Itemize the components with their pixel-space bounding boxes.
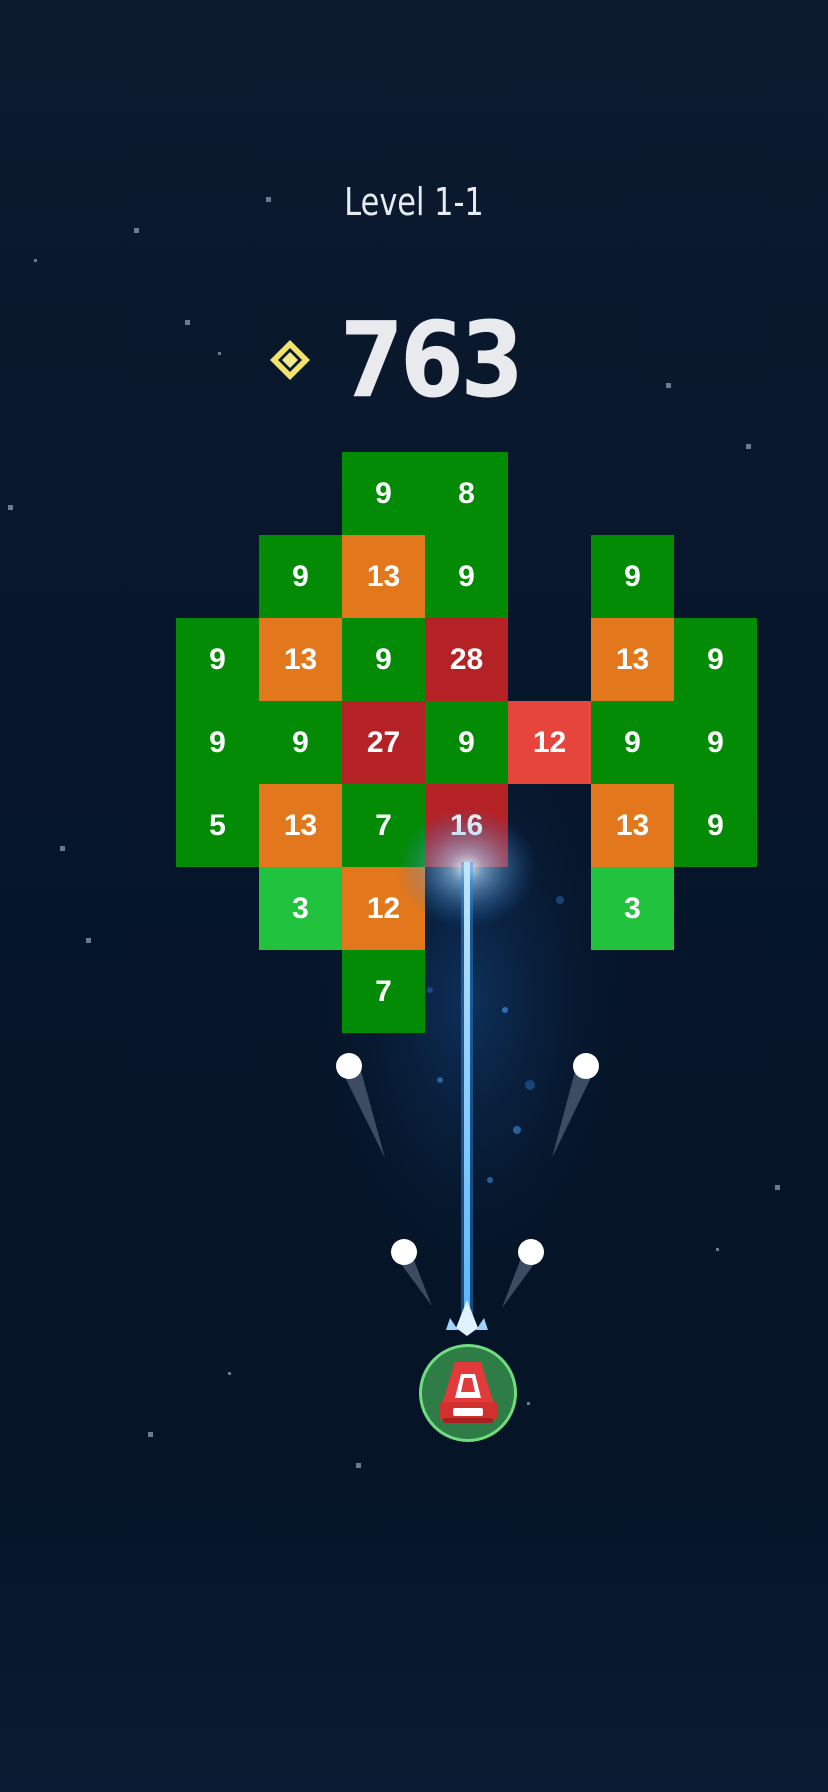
star (527, 1402, 530, 1405)
star (148, 1432, 153, 1437)
block-cell: 3 (259, 867, 342, 950)
block-cell: 9 (591, 535, 674, 618)
block-cell: 9 (342, 452, 425, 535)
block-cell: 9 (176, 701, 259, 784)
ball (336, 1053, 362, 1079)
level-title: Level 1-1 (344, 180, 484, 224)
block-cell: 7 (342, 784, 425, 867)
spaceship-icon[interactable] (417, 1342, 519, 1444)
star (666, 383, 671, 388)
block-cell: 13 (259, 784, 342, 867)
star (218, 352, 221, 355)
block-cell: 5 (176, 784, 259, 867)
ball (391, 1239, 417, 1265)
block-cell: 13 (591, 784, 674, 867)
block-cell: 12 (342, 867, 425, 950)
block-cell: 9 (425, 535, 508, 618)
star (356, 1463, 361, 1468)
block-cell: 16 (425, 784, 508, 867)
block-cell: 9 (674, 618, 757, 701)
star (34, 259, 37, 262)
diamond-gem-icon (268, 338, 312, 382)
block-cell: 13 (591, 618, 674, 701)
block-cell: 12 (508, 701, 591, 784)
star (8, 505, 13, 510)
block-cell: 9 (259, 535, 342, 618)
star (185, 320, 190, 325)
score-value: 763 (340, 299, 524, 421)
block-cell: 13 (342, 535, 425, 618)
star (86, 938, 91, 943)
star (60, 846, 65, 851)
block-cell: 28 (425, 618, 508, 701)
block-cell: 9 (259, 701, 342, 784)
block-cell: 3 (591, 867, 674, 950)
block-cell: 9 (591, 701, 674, 784)
star (716, 1248, 719, 1251)
block-cell: 9 (674, 784, 757, 867)
game-stage[interactable]: Level 1-1 763 9 8 9 13 9 9 9 13 9 28 13 … (0, 0, 828, 1792)
score-display: 763 (268, 299, 545, 421)
ball (573, 1053, 599, 1079)
block-cell: 7 (342, 950, 425, 1033)
block-cell: 27 (342, 701, 425, 784)
star (228, 1372, 231, 1375)
block-cell: 9 (342, 618, 425, 701)
ball (518, 1239, 544, 1265)
block-cell: 13 (259, 618, 342, 701)
block-cell: 9 (674, 701, 757, 784)
star (746, 444, 751, 449)
star (775, 1185, 780, 1190)
star (134, 228, 139, 233)
block-cell: 9 (425, 701, 508, 784)
block-cell: 8 (425, 452, 508, 535)
block-cell: 9 (176, 618, 259, 701)
